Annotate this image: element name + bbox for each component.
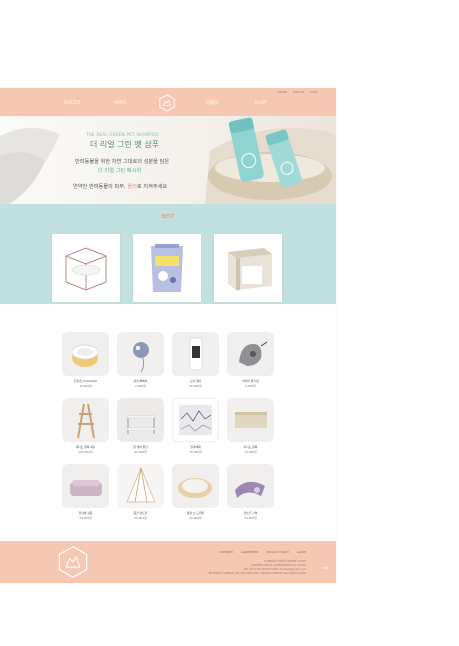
product-card-10[interactable]: 중견 텐트인 55,000원 xyxy=(117,464,164,520)
best-section: BEST xyxy=(0,204,336,304)
footer-info: COMPANY FURLE OWNER SUHYE ADDRESS SEOUL … xyxy=(209,560,306,576)
product-image-8 xyxy=(227,398,274,442)
product-card-8[interactable]: 아기도 원목 15,000원 xyxy=(227,398,274,454)
product-price-9: 95,000원 xyxy=(79,516,92,520)
product-card-1[interactable]: 친환경_Circlefeed 15,000원 xyxy=(62,332,109,388)
product-name-6: 원 케파 원단 xyxy=(133,445,148,449)
product-image-2 xyxy=(117,332,164,376)
product-card-9[interactable]: 플러와 장용 95,000원 xyxy=(62,464,109,520)
hero-line-3-post: 로 지켜주세요 xyxy=(136,184,168,190)
hero-eyebrow: THE REAL GREEN PET SHAMPOO xyxy=(86,132,159,137)
product-name-11: 복을 스 도원원 xyxy=(186,511,205,515)
nav-item-1[interactable]: 자세그리 xyxy=(64,100,81,106)
product-name-4: 허필터 방긴형 xyxy=(242,379,259,383)
product-price-12: 35,000원 xyxy=(244,516,257,520)
nav-item-3[interactable]: 다풀장 xyxy=(206,100,218,106)
product-name-2: 쥐쥐 뻐빡이 xyxy=(133,379,148,383)
site-header: LOGIN JOIN US CART 자세그리 브랜드 다풀장 고시판 xyxy=(0,88,336,116)
product-image-7 xyxy=(172,398,219,442)
product-card-5[interactable]: 레더트 원목 계단 105,000원 xyxy=(62,398,109,454)
scroll-top-button[interactable]: TOP xyxy=(322,566,328,570)
product-price-6: 95,000원 xyxy=(134,450,147,454)
best-title: BEST xyxy=(161,214,175,220)
product-name-5: 레더트 원목 계단 xyxy=(75,445,96,449)
product-card-3[interactable]: 고야 워터 95,000원 xyxy=(172,332,219,388)
product-name-3: 고야 워터 xyxy=(189,379,202,383)
hero-line-2: 더 리얼 그린 페시위 xyxy=(98,168,142,174)
best-item-2[interactable] xyxy=(133,234,201,302)
product-image-5 xyxy=(62,398,109,442)
footer-info-line: BUSINESS LICENSE 123-45-67890 MAIL ORDER… xyxy=(208,572,306,575)
product-image-4 xyxy=(227,332,274,376)
product-price-8: 15,000원 xyxy=(244,450,257,454)
product-price-5: 105,000원 xyxy=(78,450,93,454)
product-image-9 xyxy=(62,464,109,508)
best-item-3[interactable] xyxy=(214,234,282,302)
product-image-11 xyxy=(172,464,219,508)
best-item-1[interactable] xyxy=(52,234,120,302)
product-card-4[interactable]: 허필터 방긴형 9,000원 xyxy=(227,332,274,388)
hero-line-1: 반려동물을 위한 자연 그대로의 성분을 담은 xyxy=(75,159,170,165)
footer-privacy-link[interactable]: PRIVACY POLICY xyxy=(267,550,289,554)
product-price-1: 15,000원 xyxy=(79,384,92,388)
footer-links: COMPANY AGREEMENT PRIVACY POLICY GUIDE xyxy=(219,550,306,554)
product-card-2[interactable]: 쥐쥐 뻐빡이 6,000원 xyxy=(117,332,164,388)
product-image-10 xyxy=(117,464,164,508)
nav-item-4[interactable]: 고시판 xyxy=(254,100,266,106)
hero-line-3: 연약한 반려동물의 피부, 플러로 지켜주세요 xyxy=(73,183,167,190)
footer-agreement-link[interactable]: AGREEMENT xyxy=(241,550,259,554)
product-price-10: 55,000원 xyxy=(134,516,147,520)
product-name-10: 중견 텐트인 xyxy=(133,511,148,515)
hero-line-3-pre: 연약한 반려동물의 피부, xyxy=(73,184,126,190)
footer-logo-icon[interactable] xyxy=(56,545,90,579)
footer-company-link[interactable]: COMPANY xyxy=(219,550,233,554)
hero-title: 더 리얼 그린 펫 샴푸 xyxy=(90,140,160,149)
product-name-8: 아기도 원목 xyxy=(243,445,258,449)
product-card-11[interactable]: 복을 스 도원원 45,000원 xyxy=(172,464,219,520)
product-image-1 xyxy=(62,332,109,376)
best-item-image-2 xyxy=(151,244,183,292)
cart-link[interactable]: CART xyxy=(310,90,318,94)
product-price-2: 6,000원 xyxy=(135,384,146,388)
best-item-image-3 xyxy=(228,248,272,290)
site-footer: COMPANY AGREEMENT PRIVACY POLICY GUIDE C… xyxy=(0,541,336,583)
nav-item-2[interactable]: 브랜드 xyxy=(114,100,126,106)
footer-guide-link[interactable]: GUIDE xyxy=(297,550,306,554)
product-image-3 xyxy=(172,332,219,376)
product-card-7[interactable]: 물과해목 35,000원 xyxy=(172,398,219,454)
product-image-6 xyxy=(117,398,164,442)
join-link[interactable]: JOIN US xyxy=(293,90,304,94)
product-image-12 xyxy=(227,464,274,508)
login-link[interactable]: LOGIN xyxy=(277,90,286,94)
brand-logo-icon[interactable] xyxy=(158,94,176,112)
hero-banner[interactable]: THE REAL GREEN PET SHAMPOO 더 리얼 그린 펫 샴푸 … xyxy=(0,116,336,204)
product-card-6[interactable]: 원 케파 원단 95,000원 xyxy=(117,398,164,454)
product-name-7: 물과해목 xyxy=(190,445,201,449)
product-card-12[interactable]: 플쓰주 간이 35,000원 xyxy=(227,464,274,520)
product-name-12: 플쓰주 간이 xyxy=(243,511,258,515)
page-canvas: LOGIN JOIN US CART 자세그리 브랜드 다풀장 고시판 THE … xyxy=(0,88,336,583)
product-name-1: 친환경_Circlefeed xyxy=(73,379,98,383)
product-price-3: 95,000원 xyxy=(189,384,202,388)
product-name-9: 플러와 장용 xyxy=(78,511,93,515)
top-links: LOGIN JOIN US CART xyxy=(277,90,318,94)
product-price-4: 9,000원 xyxy=(245,384,256,388)
product-price-11: 45,000원 xyxy=(189,516,202,520)
product-price-7: 35,000원 xyxy=(189,450,202,454)
hero-line-3-em: 플러 xyxy=(127,184,137,190)
best-item-image-1 xyxy=(64,247,108,291)
